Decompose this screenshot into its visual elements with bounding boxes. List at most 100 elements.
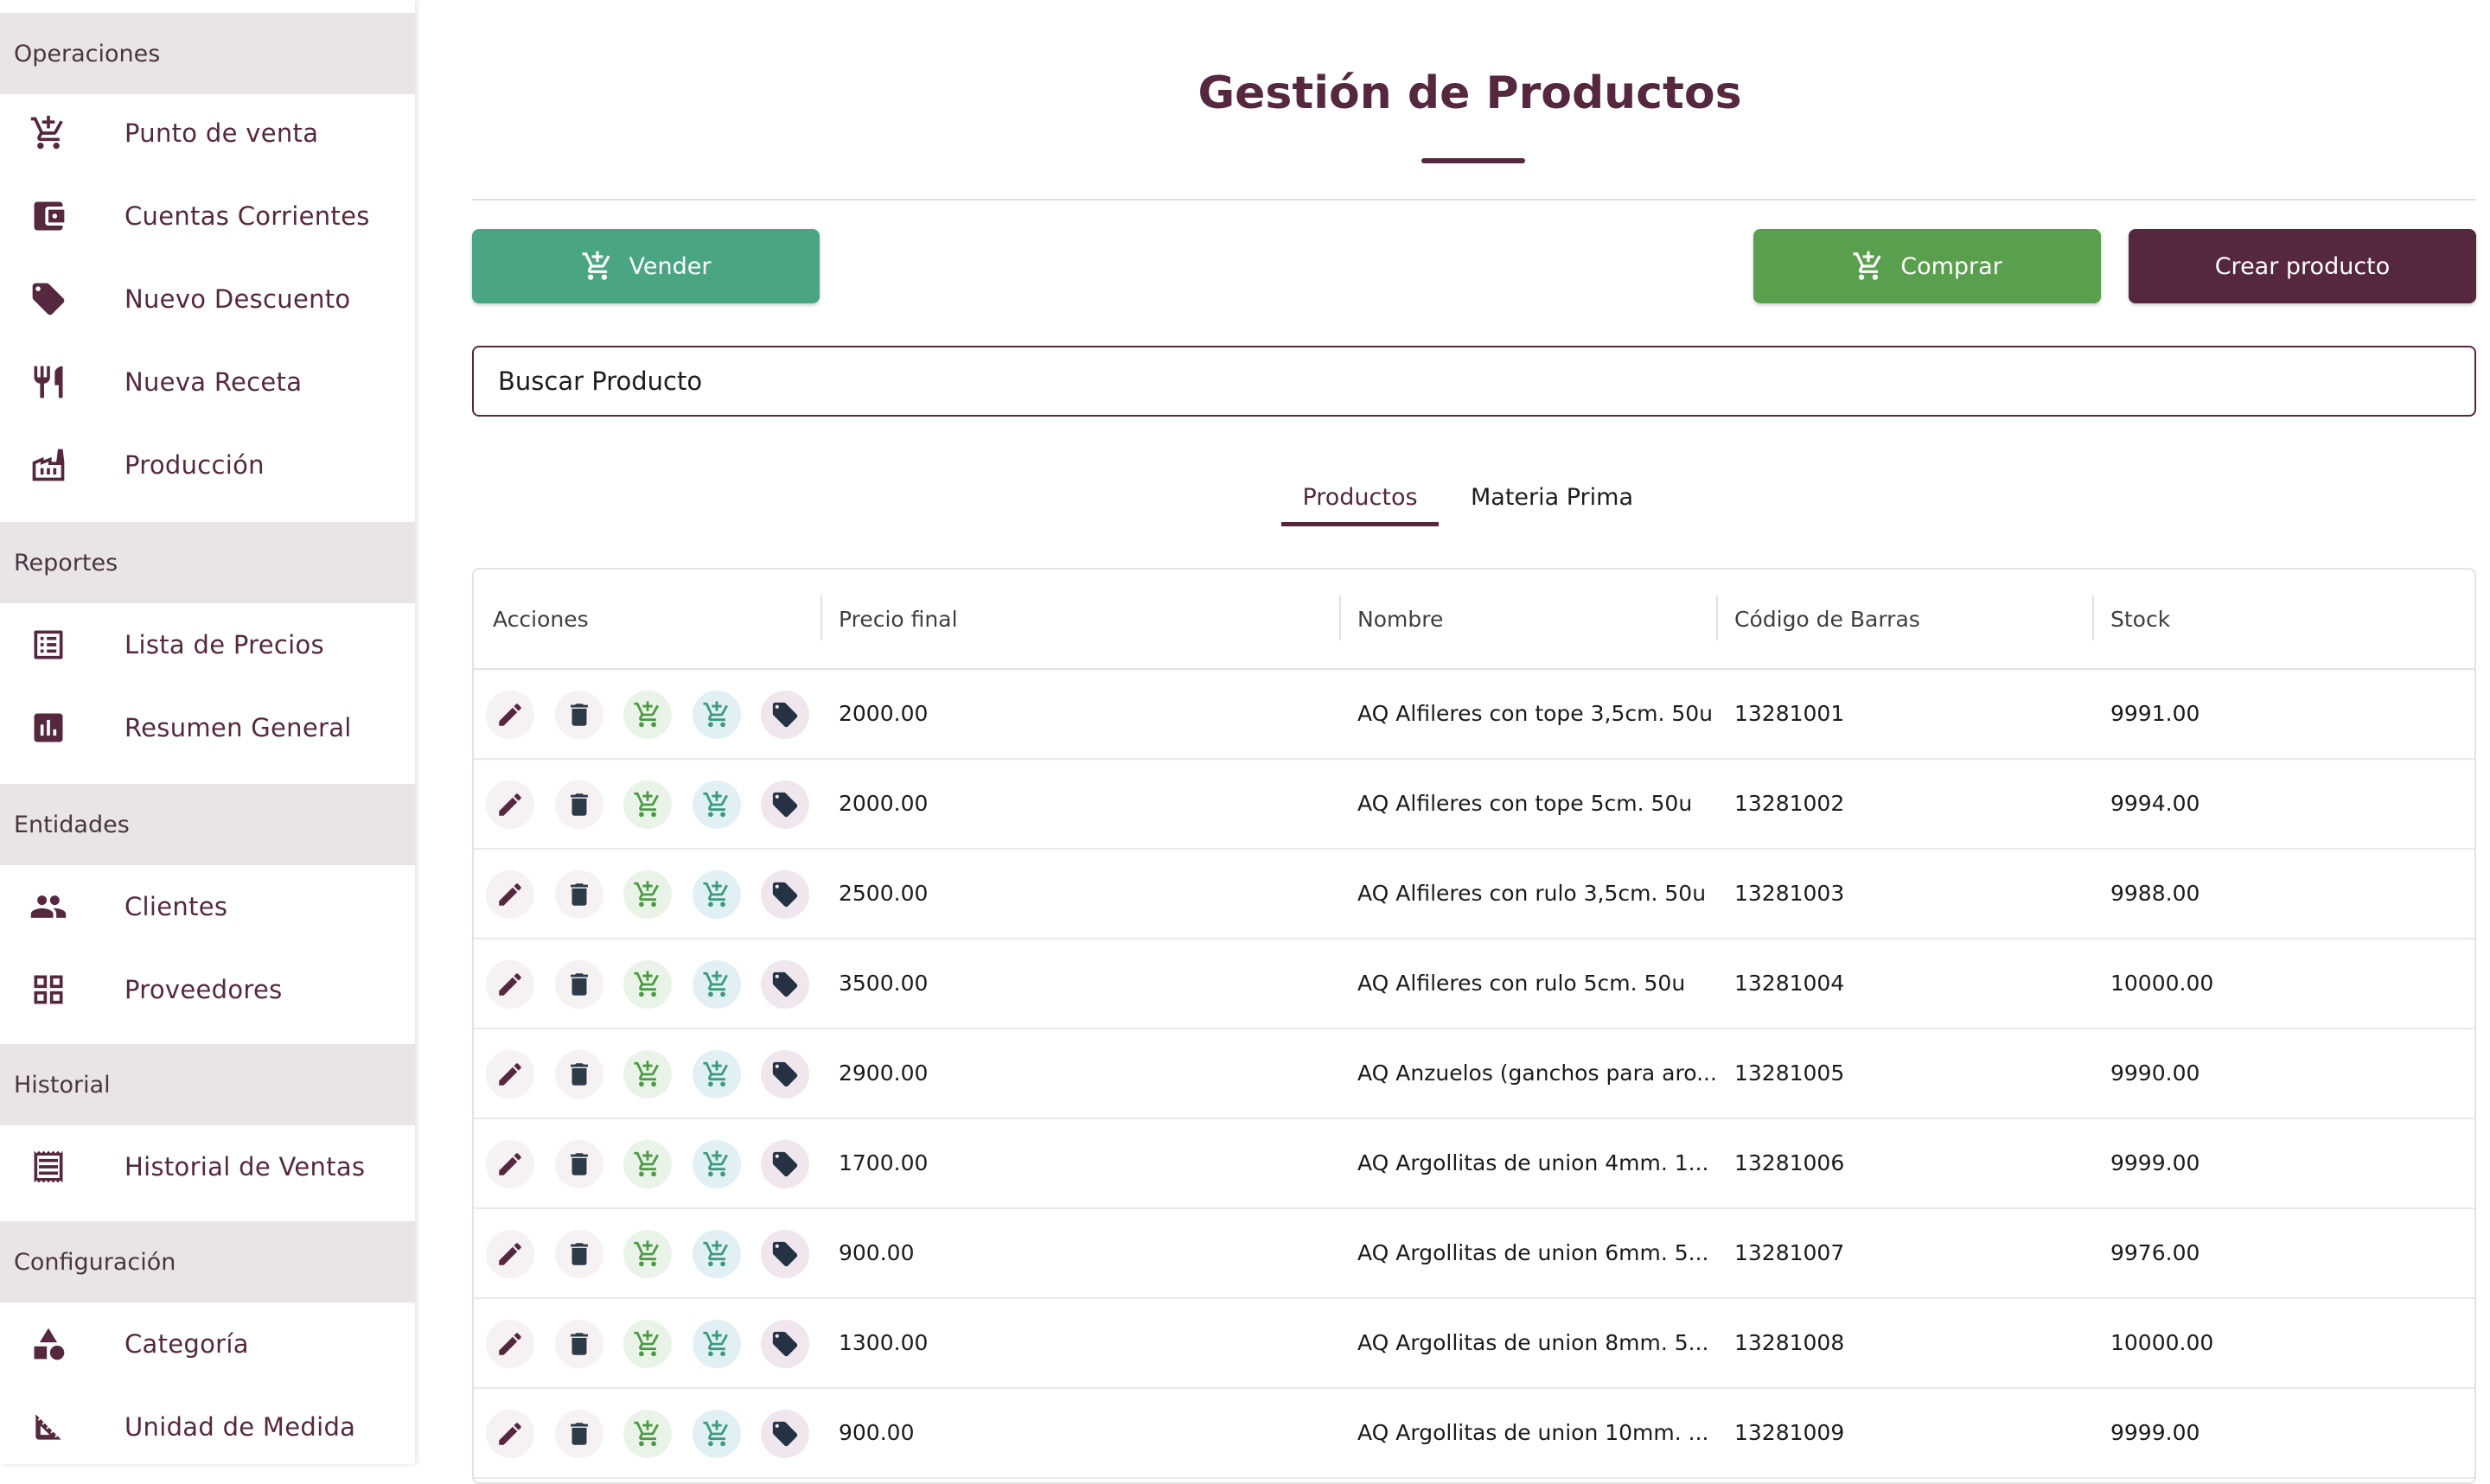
cell-codigo-de-barras: 13281008: [1734, 1329, 1845, 1355]
cart-plus-icon: [634, 1330, 659, 1357]
discount-row-button[interactable]: [761, 1050, 809, 1099]
vender-row-button[interactable]: [693, 1230, 741, 1278]
discount-row-button[interactable]: [761, 1230, 809, 1278]
sidebar-item-label: Nueva Receta: [124, 367, 303, 397]
sidebar-item-historial-de-ventas[interactable]: Historial de Ventas: [0, 1125, 415, 1208]
cell-stock: 9991.00: [2110, 700, 2200, 726]
edit-button[interactable]: [486, 1320, 534, 1368]
delete-button[interactable]: [555, 1320, 603, 1368]
column-separator: [1716, 596, 1718, 640]
column-separator: [2092, 596, 2094, 640]
vender-row-button[interactable]: [693, 691, 741, 739]
column-header-acciones: Acciones: [493, 606, 589, 632]
comprar-row-button[interactable]: [623, 870, 672, 919]
edit-button[interactable]: [486, 1410, 534, 1458]
vender-row-button[interactable]: [693, 1320, 741, 1368]
table-row: 1300.00 AQ Argollitas de union 8mm. 5...…: [474, 1297, 2474, 1389]
sidebar-item-proveedores[interactable]: Proveedores: [0, 948, 415, 1031]
column-header-stock[interactable]: Stock: [2110, 570, 2170, 668]
cell-codigo-de-barras: 13281001: [1734, 700, 1845, 726]
discount-row-button[interactable]: [761, 1410, 809, 1458]
discount-row-button[interactable]: [761, 691, 809, 739]
cart-plus-icon: [634, 881, 659, 908]
discount-row-button[interactable]: [761, 870, 809, 919]
cart-plus-icon: [634, 1240, 659, 1267]
comprar-row-button[interactable]: [623, 1410, 672, 1458]
sidebar-item-produccion[interactable]: Producción: [0, 424, 415, 506]
category-icon: [28, 1323, 69, 1365]
vender-row-button[interactable]: [693, 1410, 741, 1458]
column-header-nombre[interactable]: Nombre: [1357, 570, 1443, 668]
sidebar-item-label: Producción: [124, 450, 265, 480]
cell-stock: 10000.00: [2110, 1329, 2214, 1355]
column-header-codigo-de-barras[interactable]: Código de Barras: [1734, 570, 1920, 668]
comprar-row-button[interactable]: [623, 1230, 672, 1278]
table-row: 2000.00 AQ Alfileres con tope 3,5cm. 50u…: [474, 668, 2474, 760]
sidebar-item-nueva-receta[interactable]: Nueva Receta: [0, 341, 415, 424]
edit-button[interactable]: [486, 1140, 534, 1188]
sidebar-item-categoria[interactable]: Categoría: [0, 1302, 415, 1385]
discount-row-button[interactable]: [761, 780, 809, 829]
comprar-row-button[interactable]: [623, 1320, 672, 1368]
delete-button[interactable]: [555, 1050, 603, 1099]
comprar-row-button[interactable]: [623, 1140, 672, 1188]
delete-button[interactable]: [555, 691, 603, 739]
vender-row-button[interactable]: [693, 780, 741, 829]
trash-icon: [571, 1243, 588, 1265]
edit-button[interactable]: [486, 870, 534, 919]
cell-nombre: AQ Argollitas de union 6mm. 5...: [1357, 1239, 1709, 1265]
vender-row-button[interactable]: [693, 1050, 741, 1099]
people-icon: [28, 886, 69, 927]
crear-producto-button[interactable]: Crear producto: [2129, 229, 2476, 303]
vender-row-button[interactable]: [693, 960, 741, 1009]
delete-button[interactable]: [555, 870, 603, 919]
sidebar-section-historial: Historial: [0, 1044, 415, 1125]
sidebar-item-cuentas-corrientes[interactable]: Cuentas Corrientes: [0, 175, 415, 258]
tab-materia-prima[interactable]: Materia Prima: [1461, 467, 1643, 527]
title-underline: [1421, 158, 1525, 163]
discount-row-button[interactable]: [761, 1140, 809, 1188]
sidebar-item-clientes[interactable]: Clientes: [0, 865, 415, 948]
sidebar-item-punto-de-venta[interactable]: Punto de venta: [0, 92, 415, 175]
comprar-row-button[interactable]: [623, 1050, 672, 1099]
tag-icon: [28, 278, 69, 320]
edit-button[interactable]: [486, 780, 534, 829]
vender-row-button[interactable]: [693, 1140, 741, 1188]
receipt-icon: [28, 1146, 69, 1188]
edit-button[interactable]: [486, 691, 534, 739]
discount-row-button[interactable]: [761, 960, 809, 1009]
discount-row-button[interactable]: [761, 1320, 809, 1368]
trash-icon: [571, 1063, 588, 1086]
tab-label: Materia Prima: [1470, 483, 1634, 511]
sidebar-item-lista-de-precios[interactable]: Lista de Precios: [0, 603, 415, 686]
pencil-icon: [499, 1333, 521, 1355]
delete-button[interactable]: [555, 960, 603, 1009]
pencil-icon: [499, 704, 521, 726]
column-header-precio-final[interactable]: Precio final: [839, 570, 958, 668]
comprar-row-button[interactable]: [623, 960, 672, 1009]
sidebar-item-resumen-general[interactable]: Resumen General: [0, 686, 415, 769]
wallet-icon: [28, 195, 69, 237]
comprar-row-button[interactable]: [623, 780, 672, 829]
delete-button[interactable]: [555, 1140, 603, 1188]
comprar-row-button[interactable]: [623, 691, 672, 739]
edit-button[interactable]: [486, 1050, 534, 1099]
edit-button[interactable]: [486, 1230, 534, 1278]
sidebar-item-label: Lista de Precios: [124, 630, 324, 659]
delete-button[interactable]: [555, 1230, 603, 1278]
edit-button[interactable]: [486, 960, 534, 1009]
vender-button[interactable]: Vender: [472, 229, 820, 303]
sidebar-item-nuevo-descuento[interactable]: Nuevo Descuento: [0, 258, 415, 341]
cart-plus-icon: [1853, 251, 1881, 280]
search-input[interactable]: Buscar Producto: [472, 346, 2476, 417]
tab-productos[interactable]: Productos: [1281, 467, 1439, 527]
comprar-button[interactable]: Comprar: [1753, 229, 2101, 303]
cell-nombre: AQ Argollitas de union 4mm. 1...: [1357, 1150, 1709, 1175]
cart-plus-icon: [703, 1060, 728, 1087]
cell-codigo-de-barras: 13281002: [1734, 790, 1845, 816]
delete-button[interactable]: [555, 1410, 603, 1458]
sidebar-item-unidad-de-medida[interactable]: Unidad de Medida: [0, 1385, 415, 1464]
vender-row-button[interactable]: [693, 870, 741, 919]
delete-button[interactable]: [555, 780, 603, 829]
cart-plus-icon: [28, 112, 69, 154]
